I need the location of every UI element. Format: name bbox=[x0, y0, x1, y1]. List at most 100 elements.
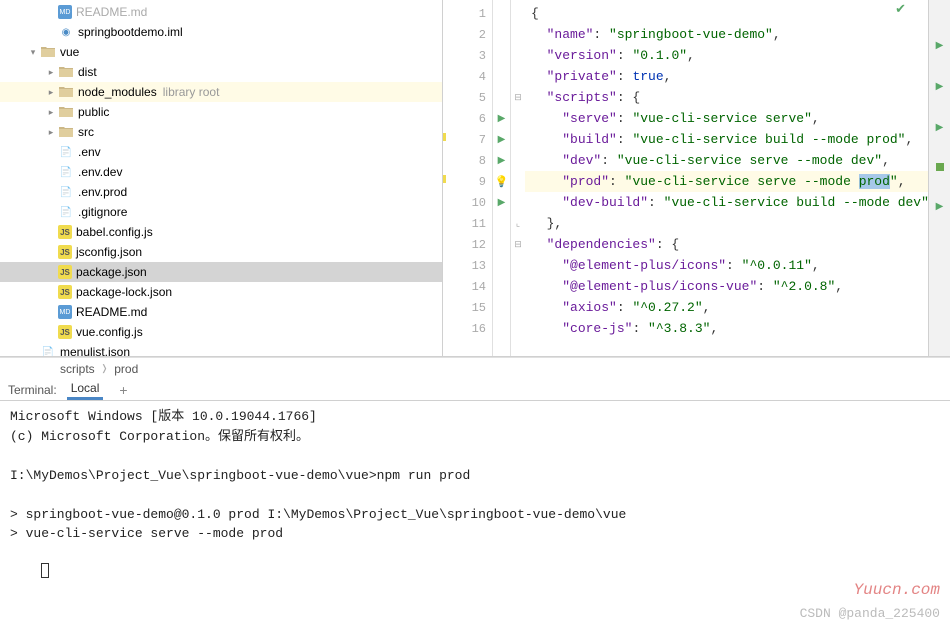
js-file-icon: JS bbox=[58, 285, 72, 299]
folder-icon bbox=[58, 124, 74, 140]
terminal-tab-local[interactable]: Local bbox=[67, 379, 104, 400]
code-line[interactable]: "name": "springboot-vue-demo", bbox=[525, 24, 928, 45]
tree-item[interactable]: ▸📄.env.dev bbox=[0, 162, 442, 182]
breadcrumb[interactable]: scripts ❭ prod bbox=[0, 357, 950, 379]
folder-icon bbox=[40, 44, 56, 60]
tree-item[interactable]: ▸📄.gitignore bbox=[0, 202, 442, 222]
folder-icon bbox=[58, 84, 74, 100]
fold-minus-icon[interactable]: ⊟ bbox=[511, 234, 525, 255]
code-line[interactable]: "scripts": { bbox=[525, 87, 928, 108]
right-tool-sidebar[interactable]: ▶ ▶ ▶ ▶ bbox=[928, 0, 950, 356]
tree-item[interactable]: ▸JSpackage.json bbox=[0, 262, 442, 282]
file-icon: 📄 bbox=[58, 144, 74, 160]
breadcrumb-item[interactable]: prod bbox=[114, 362, 138, 376]
run-icon[interactable]: ▶ bbox=[498, 134, 506, 145]
tree-item[interactable]: ▸JSvue.config.js bbox=[0, 322, 442, 342]
fold-minus-icon[interactable]: ⊟ bbox=[511, 87, 525, 108]
bulb-icon[interactable]: 💡 bbox=[495, 175, 509, 188]
run-icon[interactable]: ▶ bbox=[936, 40, 944, 51]
line-number: 8 bbox=[443, 150, 492, 171]
file-icon: 📄 bbox=[58, 204, 74, 220]
tree-item[interactable]: ▸JSjsconfig.json bbox=[0, 242, 442, 262]
line-number: 15 bbox=[443, 297, 492, 318]
chevron-right-icon: ❭ bbox=[101, 363, 109, 374]
project-tree[interactable]: ▸MDREADME.md▸◉springbootdemo.iml▾vue▸dis… bbox=[0, 0, 443, 356]
code-line[interactable]: "core-js": "^3.8.3", bbox=[525, 318, 928, 339]
code-line[interactable]: }, bbox=[525, 213, 928, 234]
tree-item-label: babel.config.js bbox=[76, 225, 153, 239]
tree-item[interactable]: ▸public bbox=[0, 102, 442, 122]
tree-item-label: .env.prod bbox=[78, 185, 127, 199]
code-line[interactable]: "serve": "vue-cli-service serve", bbox=[525, 108, 928, 129]
tree-item[interactable]: ▸📄menulist.json bbox=[0, 342, 442, 356]
tree-item-label: README.md bbox=[76, 305, 147, 319]
breadcrumb-item[interactable]: scripts bbox=[60, 362, 95, 376]
line-number: 1 bbox=[443, 3, 492, 24]
line-number: 12 bbox=[443, 234, 492, 255]
line-number: 13 bbox=[443, 255, 492, 276]
file-icon: 📄 bbox=[58, 164, 74, 180]
new-terminal-button[interactable]: + bbox=[113, 382, 133, 398]
tree-item-label: .gitignore bbox=[78, 205, 127, 219]
tree-item[interactable]: ▸node_moduleslibrary root bbox=[0, 82, 442, 102]
run-icon[interactable]: ▶ bbox=[498, 197, 506, 208]
tree-item-label: menulist.json bbox=[60, 345, 130, 356]
tree-item-label: vue.config.js bbox=[76, 325, 143, 339]
terminal-tabs: Terminal: Local + bbox=[0, 379, 950, 401]
js-file-icon: JS bbox=[58, 265, 72, 279]
tree-item[interactable]: ▸ src bbox=[0, 122, 442, 142]
code-line[interactable]: "private": true, bbox=[525, 66, 928, 87]
folder-icon bbox=[58, 104, 74, 120]
chevron-right-icon[interactable]: ▸ bbox=[44, 87, 58, 98]
code-line[interactable]: "prod": "vue-cli-service serve --mode pr… bbox=[525, 171, 928, 192]
tree-item[interactable]: ▸MDREADME.md bbox=[0, 2, 442, 22]
tree-item[interactable]: ▸◉springbootdemo.iml bbox=[0, 22, 442, 42]
tree-item[interactable]: ▸dist bbox=[0, 62, 442, 82]
code-area[interactable]: ✔ { "name": "springboot-vue-demo", "vers… bbox=[525, 0, 928, 356]
chevron-right-icon[interactable]: ▸ bbox=[44, 67, 58, 78]
marker-icon[interactable] bbox=[936, 163, 944, 171]
run-icon[interactable]: ▶ bbox=[936, 122, 944, 133]
code-line[interactable]: "@element-plus/icons-vue": "^2.0.8", bbox=[525, 276, 928, 297]
chevron-down-icon[interactable]: ▾ bbox=[26, 47, 40, 58]
md-file-icon: MD bbox=[58, 305, 72, 319]
tree-item-label: src bbox=[78, 125, 94, 139]
js-file-icon: JS bbox=[58, 325, 72, 339]
code-line[interactable]: "dev": "vue-cli-service serve --mode dev… bbox=[525, 150, 928, 171]
chevron-right-icon[interactable]: ▸ bbox=[44, 107, 58, 118]
run-icon[interactable]: ▶ bbox=[936, 81, 944, 92]
tree-item-label: package-lock.json bbox=[76, 285, 172, 299]
run-icon[interactable]: ▶ bbox=[936, 201, 944, 212]
tree-item[interactable]: ▸📄.env bbox=[0, 142, 442, 162]
code-line[interactable]: "version": "0.1.0", bbox=[525, 45, 928, 66]
line-number: 7 bbox=[443, 129, 492, 150]
file-icon: 📄 bbox=[58, 184, 74, 200]
run-gutter[interactable]: ▶ ▶ ▶ 💡 ▶ bbox=[493, 0, 511, 356]
terminal-body[interactable]: Microsoft Windows [版本 10.0.19044.1766] (… bbox=[0, 401, 950, 630]
code-line[interactable]: "dev-build": "vue-cli-service build --mo… bbox=[525, 192, 928, 213]
check-icon: ✔ bbox=[895, 2, 906, 17]
tree-item[interactable]: ▾vue bbox=[0, 42, 442, 62]
code-line[interactable]: "@element-plus/icons": "^0.0.11", bbox=[525, 255, 928, 276]
code-line[interactable]: "build": "vue-cli-service build --mode p… bbox=[525, 129, 928, 150]
run-icon[interactable]: ▶ bbox=[498, 113, 506, 124]
tree-item-label: jsconfig.json bbox=[76, 245, 142, 259]
tree-item[interactable]: ▸JSpackage-lock.json bbox=[0, 282, 442, 302]
code-line[interactable]: "dependencies": { bbox=[525, 234, 928, 255]
tree-item-label: .env.dev bbox=[78, 165, 122, 179]
line-number: 3 bbox=[443, 45, 492, 66]
line-number: 16 bbox=[443, 318, 492, 339]
tree-item[interactable]: ▸JSbabel.config.js bbox=[0, 222, 442, 242]
code-line[interactable]: "axios": "^0.27.2", bbox=[525, 297, 928, 318]
terminal-title: Terminal: bbox=[8, 383, 57, 397]
fold-end-icon[interactable]: ⌞ bbox=[511, 213, 525, 234]
run-icon[interactable]: ▶ bbox=[498, 155, 506, 166]
tree-item[interactable]: ▸📄.env.prod bbox=[0, 182, 442, 202]
folder-icon bbox=[58, 64, 74, 80]
code-line[interactable]: { bbox=[525, 3, 928, 24]
fold-gutter[interactable]: ⊟⌞⊟ bbox=[511, 0, 525, 356]
editor-pane: 12345678910111213141516 ▶▶▶💡▶ ⊟⌞⊟ ✔ { "n… bbox=[443, 0, 950, 356]
chevron-right-icon[interactable]: ▸ bbox=[44, 127, 58, 138]
tree-item[interactable]: ▸MDREADME.md bbox=[0, 302, 442, 322]
js-file-icon: JS bbox=[58, 245, 72, 259]
